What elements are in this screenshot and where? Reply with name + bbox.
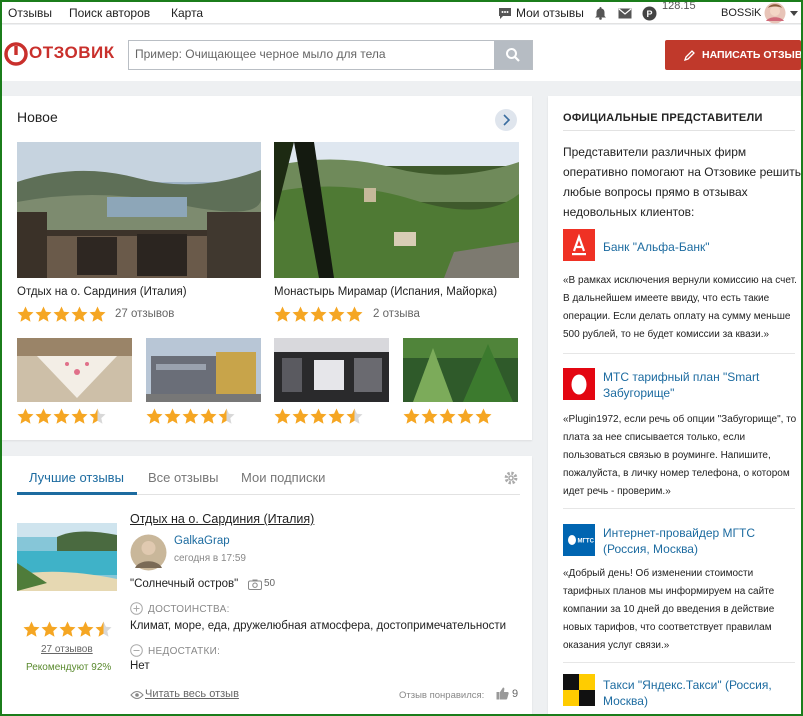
thumb-photo-towels[interactable] [17, 338, 132, 402]
rating-stars-4-5 [17, 408, 106, 424]
divider [563, 508, 795, 509]
tab-best-reviews[interactable]: Лучшие отзывы [29, 470, 124, 485]
search-icon [506, 48, 520, 62]
mgts-logo[interactable]: МГТС [563, 524, 595, 556]
rep-alfa-bank-quote: «В рамках исключения вернули комиссию на… [563, 275, 797, 340]
rating-stars-4-5 [274, 408, 363, 424]
search-input[interactable] [135, 47, 490, 61]
logo-text: ОТЗОВИК [29, 43, 115, 62]
read-full-review-link[interactable]: Читать весь отзыв [145, 688, 239, 700]
likes-count: 9 [512, 688, 519, 700]
photo-count: 50 [264, 578, 276, 589]
pros-text: Климат, море, еда, дружелюбная атмосфера… [130, 620, 507, 632]
svg-text:МГТС: МГТС [578, 539, 595, 545]
thumb-photo-greenery[interactable] [403, 338, 518, 402]
search-box [128, 40, 533, 70]
liked-label: Отзыв понравился: [399, 690, 485, 701]
rating-stars-5 [274, 306, 363, 322]
chevron-right-icon [503, 114, 511, 126]
logo-icon [4, 42, 28, 66]
thumb-photo-building[interactable] [146, 338, 261, 402]
rating-stars-4-5 [23, 621, 112, 637]
pencil-icon [684, 50, 695, 61]
cons-label: НЕДОСТАТКИ: [148, 646, 221, 657]
eye-icon [130, 690, 144, 700]
mail-icon[interactable] [618, 8, 632, 19]
featured-photo-miramar[interactable] [274, 142, 519, 278]
sidebar-title: ОФИЦИАЛЬНЫЕ ПРЕДСТАВИТЕЛИ [563, 112, 763, 124]
yandex-taxi-logo[interactable] [563, 674, 595, 706]
cons-text: Нет [130, 660, 150, 672]
featured-count-1[interactable]: 27 отзывов [115, 308, 174, 320]
rep-mgts-quote: «Добрый день! Об изменении стоимости тар… [563, 568, 775, 651]
new-section: Новое Отдых на о. Сардиния (Италия) 27 о… [2, 96, 532, 440]
gear-icon[interactable] [504, 471, 518, 485]
featured-title-2[interactable]: Монастырь Мирамар (Испания, Майорка) [274, 286, 497, 298]
rep-mts-quote: «Plugin1972, если речь об опции "Забугор… [563, 414, 797, 497]
camera-icon [248, 579, 262, 590]
next-button[interactable] [495, 109, 517, 131]
active-tab-indicator [17, 492, 137, 495]
reviews-section: Лучшие отзывы Все отзывы Мои подписки От… [2, 456, 532, 714]
nav-my-reviews-link[interactable]: Мои отзывы [516, 6, 584, 20]
featured-count-2[interactable]: 2 отзыва [373, 308, 420, 320]
tab-all-reviews[interactable]: Все отзывы [148, 470, 218, 485]
featured-photo-sardinia[interactable] [17, 142, 261, 278]
recommend-percent: Рекомендуют 92% [26, 662, 112, 673]
sidebar-intro: Представители различных фирм оперативно … [563, 145, 801, 219]
divider [563, 662, 795, 663]
review-time: сегодня в 17:59 [174, 553, 246, 564]
minus-circle-icon [130, 644, 143, 657]
rep-mts-link[interactable]: МТС тарифный план "Smart Забугорище" [603, 369, 793, 401]
mts-logo[interactable] [563, 368, 595, 400]
bell-icon[interactable] [594, 6, 607, 20]
rep-mgts-link[interactable]: Интернет-провайдер МГТС (Россия, Москва) [603, 525, 793, 557]
logo[interactable]: ОТЗОВИК [4, 42, 114, 66]
reviews-count-link[interactable]: 27 отзывов [41, 644, 93, 655]
avatar[interactable] [763, 2, 787, 24]
rating-icon: P [642, 6, 657, 21]
review-title-link[interactable]: Отдых на о. Сардиния (Италия) [130, 512, 314, 526]
rating-value: 128.15 [662, 2, 696, 12]
sidebar-title-divider [563, 130, 795, 131]
rep-yandex-taxi-link[interactable]: Такси "Яндекс.Такси" (Россия, Москва) [603, 677, 793, 709]
rating-stars-5 [403, 408, 492, 424]
nav-search-authors-link[interactable]: Поиск авторов [69, 6, 150, 20]
featured-title-1[interactable]: Отдых на о. Сардиния (Италия) [17, 286, 187, 298]
rating-stars-5 [17, 306, 106, 322]
section-title: Новое [17, 109, 58, 125]
alfa-bank-logo[interactable] [563, 229, 595, 261]
divider [563, 353, 795, 354]
thumb-photo-store[interactable] [274, 338, 389, 402]
page: Отзывы Поиск авторов Карта Мои отзывы P … [2, 2, 801, 714]
thumbs-up-icon[interactable] [496, 687, 509, 700]
author-avatar[interactable] [130, 534, 167, 571]
rep-alfa-bank-link[interactable]: Банк "Альфа-Банк" [603, 239, 793, 255]
chevron-down-icon[interactable] [790, 11, 798, 16]
write-review-label: НАПИСАТЬ ОТЗЫВ [702, 49, 801, 61]
svg-text:P: P [647, 9, 653, 19]
plus-circle-icon [130, 602, 143, 615]
header: ОТЗОВИК НАПИСАТЬ ОТЗЫВ [2, 25, 801, 81]
chat-icon[interactable] [498, 7, 512, 20]
top-navigation: Отзывы Поиск авторов Карта Мои отзывы P … [2, 2, 801, 24]
search-button[interactable] [494, 41, 532, 69]
author-name[interactable]: GalkaGrap [174, 535, 230, 547]
nav-reviews-link[interactable]: Отзывы [8, 6, 52, 20]
rating-stars-4-5 [146, 408, 235, 424]
nav-map-link[interactable]: Карта [171, 6, 203, 20]
username[interactable]: BOSSiK [721, 7, 761, 19]
pros-label: ДОСТОИНСТВА: [148, 604, 230, 615]
review-heading: "Солнечный остров" [130, 578, 239, 590]
review-photo[interactable] [17, 523, 117, 591]
tab-my-subscriptions[interactable]: Мои подписки [241, 470, 325, 485]
official-representatives: ОФИЦИАЛЬНЫЕ ПРЕДСТАВИТЕЛИ Представители … [548, 96, 801, 714]
write-review-button[interactable]: НАПИСАТЬ ОТЗЫВ [665, 40, 801, 70]
